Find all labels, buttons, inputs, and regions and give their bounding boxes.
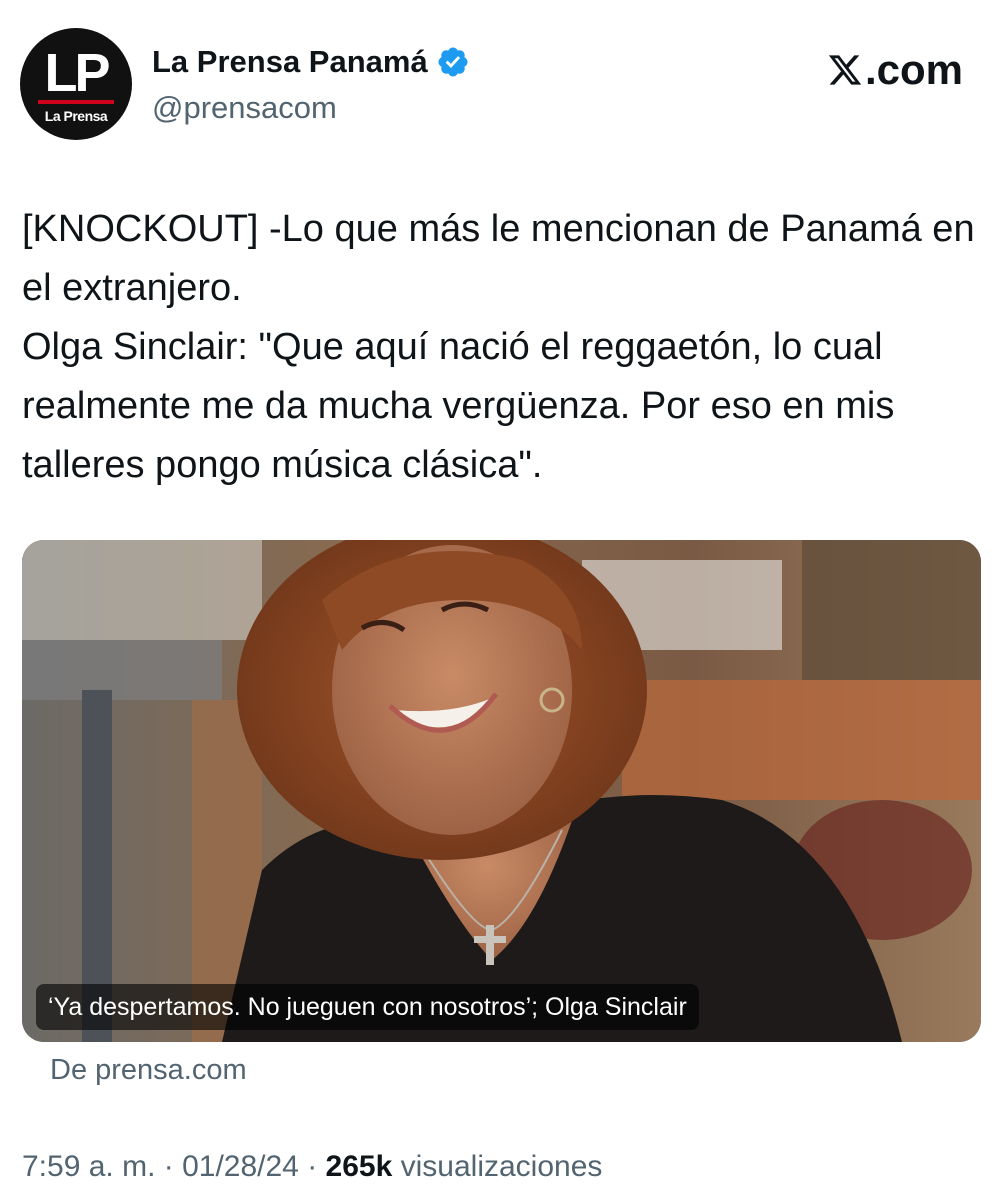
article-photo <box>22 540 981 1042</box>
tweet-paragraph: [KNOCKOUT] -Lo que más le mencionan de P… <box>22 208 975 309</box>
avatar[interactable]: LP La Prensa <box>20 28 132 140</box>
link-preview-card[interactable]: ‘Ya despertamos. No jueguen con nosotros… <box>22 540 981 1042</box>
meta-separator: · <box>155 1150 183 1183</box>
name-row: La Prensa Panamá <box>152 42 470 82</box>
tweet-text: [KNOCKOUT] -Lo que más le mencionan de P… <box>22 200 982 495</box>
handle[interactable]: @prensacom <box>152 90 337 126</box>
x-logo-domain: .com <box>864 46 963 93</box>
avatar-logo-subtext: La Prensa <box>44 108 108 124</box>
avatar-logo-bar <box>38 100 114 104</box>
meta-separator: · <box>298 1150 326 1183</box>
avatar-logo-text: LP <box>44 43 110 103</box>
tweet-time[interactable]: 7:59 a. m. <box>22 1150 155 1183</box>
card-source-link[interactable]: De prensa.com <box>50 1054 247 1087</box>
x-com-logo: .com <box>827 46 963 94</box>
views-count: 265k <box>325 1150 393 1183</box>
verified-badge-icon <box>438 47 468 77</box>
card-caption: ‘Ya despertamos. No jueguen con nosotros… <box>36 984 699 1030</box>
tweet-paragraph: Olga Sinclair: "Que aquí nació el reggae… <box>22 326 895 486</box>
views-label: visualizaciones <box>392 1150 603 1183</box>
tweet-date[interactable]: 01/28/24 <box>182 1150 299 1183</box>
tweet-header: LP La Prensa La Prensa Panamá @prensacom… <box>20 28 983 140</box>
x-logo-icon <box>828 55 862 85</box>
tweet-meta: 7:59 a. m. · 01/28/24 · 265k visualizaci… <box>22 1150 602 1184</box>
display-name[interactable]: La Prensa Panamá <box>152 44 428 80</box>
